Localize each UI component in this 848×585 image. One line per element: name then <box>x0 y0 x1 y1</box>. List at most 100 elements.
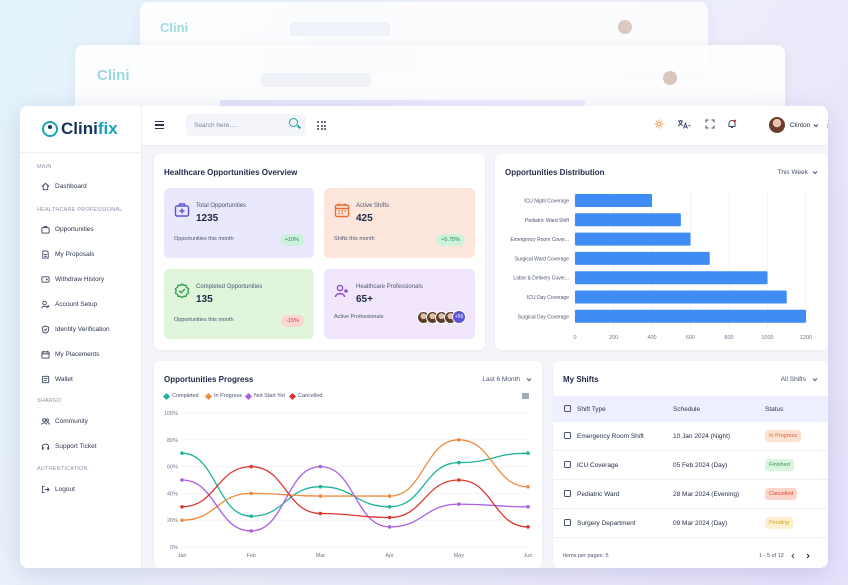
apps-grid-icon[interactable] <box>317 121 326 130</box>
cell-schedule: 05 Feb 2024 (Day) <box>673 462 728 469</box>
y-tick-label: 0% <box>170 545 178 551</box>
data-point <box>526 505 530 509</box>
sidebar-item-label: My Placements <box>55 350 100 358</box>
sidebar-item-logout[interactable]: Logout <box>41 483 75 495</box>
stat-completed-opportunities[interactable]: Completed Opportunities 135 Opportunitie… <box>164 269 314 339</box>
line-chart: 0% 20% 40% 60% 80% 100% Jan Feb Mar Apr May Jun <box>164 411 533 559</box>
nav-section-main: MAIN <box>37 164 52 170</box>
sidebar-item-community[interactable]: Community <box>41 415 88 427</box>
search-icon[interactable] <box>289 118 298 127</box>
sidebar-item-dashboard[interactable]: Dashboard <box>41 180 87 192</box>
briefcase-icon <box>41 225 50 234</box>
stat-label: Completed Opportunities <box>196 284 263 290</box>
x-tick-label: 0 <box>573 335 576 341</box>
status-badge: In Progress <box>765 430 802 442</box>
stat-healthcare-professionals[interactable]: Healthcare Professionals 65+ Active Prof… <box>324 269 475 339</box>
table-row[interactable]: Surgery Department 09 Mar 2024 (Day) Pen… <box>553 509 828 538</box>
bar <box>575 309 806 323</box>
sidebar-item-my-placements[interactable]: My Placements <box>41 348 99 360</box>
data-point <box>457 460 461 465</box>
status-badge: Cancelled <box>765 488 798 500</box>
x-tick-label: Jan <box>178 553 187 559</box>
data-point <box>526 525 530 529</box>
items-per-page[interactable]: Items per pages: 5 <box>563 553 609 559</box>
fullscreen-icon[interactable] <box>705 119 715 129</box>
y-tick-label: Surgical Day Coverage <box>518 314 570 320</box>
column-header-status[interactable]: Status <box>765 406 783 413</box>
wallet-icon <box>41 375 50 384</box>
notification-bell-icon[interactable] <box>727 119 737 129</box>
user-avatar[interactable] <box>769 117 785 133</box>
y-tick-label: Pediatric Ward Shift <box>525 218 570 224</box>
chevron-right-icon[interactable] <box>805 553 811 559</box>
x-tick-label: Mar <box>316 553 326 559</box>
hamburger-menu-icon[interactable] <box>155 121 164 129</box>
user-name[interactable]: Clinton <box>790 122 810 129</box>
row-checkbox[interactable] <box>564 461 571 468</box>
headset-icon <box>41 442 50 451</box>
sidebar-item-label: Identity Verification <box>55 325 110 333</box>
stat-total-opportunities[interactable]: Total Opportunities 1235 Opportunities t… <box>164 188 314 258</box>
topbar: Search here..... Clinton <box>142 106 828 146</box>
sidebar-item-support-ticket[interactable]: Support Ticket <box>41 440 97 452</box>
row-checkbox[interactable] <box>564 519 571 526</box>
sun-icon[interactable] <box>654 119 664 129</box>
table-row[interactable]: Pediatric Ward 28 Mar 2024 (Evening) Can… <box>553 480 828 509</box>
column-header-shift-type[interactable]: Shift Type <box>577 406 606 413</box>
stat-value: 425 <box>356 213 373 224</box>
data-point <box>387 515 392 520</box>
sidebar-item-label: Community <box>55 417 88 425</box>
cell-shift-type: Pediatric Ward <box>577 491 620 498</box>
settings-gear-icon[interactable] <box>827 120 828 131</box>
column-header-schedule[interactable]: Schedule <box>673 406 700 413</box>
stat-active-shifts[interactable]: Active Shifts 425 Shifts this month +5.7… <box>324 188 475 258</box>
stat-label: Total Opportunities <box>196 203 247 209</box>
bar <box>575 251 710 265</box>
calendar-icon <box>41 350 50 359</box>
cell-schedule: 10 Jan 2024 (Night) <box>673 433 731 440</box>
sidebar-item-label: Account Setup <box>55 300 98 308</box>
stat-sub: Opportunities this month <box>174 236 234 242</box>
bar <box>575 271 768 285</box>
sidebar-item-label: Opportunities <box>55 225 94 233</box>
select-all-checkbox[interactable] <box>564 405 571 412</box>
sidebar-item-opportunities[interactable]: Opportunities <box>41 223 94 235</box>
bar <box>575 194 652 207</box>
more-avatars-badge[interactable]: +55 <box>452 310 466 324</box>
x-tick-label: Feb <box>246 553 255 559</box>
y-tick-label: ICU Day Coverage <box>527 295 569 301</box>
sidebar-item-label: Support Ticket <box>55 442 97 450</box>
logo[interactable]: Clini fix <box>20 106 141 153</box>
data-point <box>457 502 461 506</box>
medical-bag-icon <box>174 203 190 217</box>
chevron-down-icon[interactable] <box>813 123 819 128</box>
x-tick-label: 1000 <box>761 335 773 341</box>
y-tick-label: 100% <box>164 411 178 417</box>
progress-card: Opportunities Progress Last 6 Month Comp… <box>154 361 542 568</box>
chevron-left-icon[interactable] <box>790 553 796 559</box>
search-input[interactable]: Search here..... <box>186 114 306 136</box>
x-tick-label: Apr <box>385 553 394 559</box>
nav-section-healthcare: HEALTHCARE PROFESSIONAL <box>37 207 123 213</box>
sidebar-item-my-proposals[interactable]: My Proposals <box>41 248 94 260</box>
stat-label: Active Shifts <box>356 203 390 209</box>
cell-schedule: 09 Mar 2024 (Day) <box>673 520 728 527</box>
sidebar-item-label: Dashboard <box>55 182 87 190</box>
row-checkbox[interactable] <box>564 490 571 497</box>
row-checkbox[interactable] <box>564 432 571 439</box>
chevron-down-icon[interactable] <box>812 377 818 382</box>
bar <box>575 232 691 246</box>
table-row[interactable]: ICU Coverage 05 Feb 2024 (Day) Finished <box>553 451 828 480</box>
search-placeholder: Search here..... <box>194 122 239 129</box>
series-line <box>181 465 529 532</box>
sidebar-item-account-setup[interactable]: Account Setup <box>41 298 97 310</box>
sidebar-item-withdraw-history[interactable]: Withdraw History <box>41 273 104 285</box>
translate-icon[interactable] <box>677 119 691 129</box>
sidebar-item-identity-verification[interactable]: Identity Verification <box>41 323 110 335</box>
stat-sub: Active Professionals <box>334 314 384 320</box>
sidebar-item-wallet[interactable]: Wallet <box>41 373 73 385</box>
status-badge: Pending <box>765 517 794 529</box>
shifts-filter[interactable]: All Shifts <box>781 376 806 383</box>
logo-text-a: Clini <box>61 119 98 138</box>
table-row[interactable]: Emergency Room Shift 10 Jan 2024 (Night)… <box>553 422 828 451</box>
